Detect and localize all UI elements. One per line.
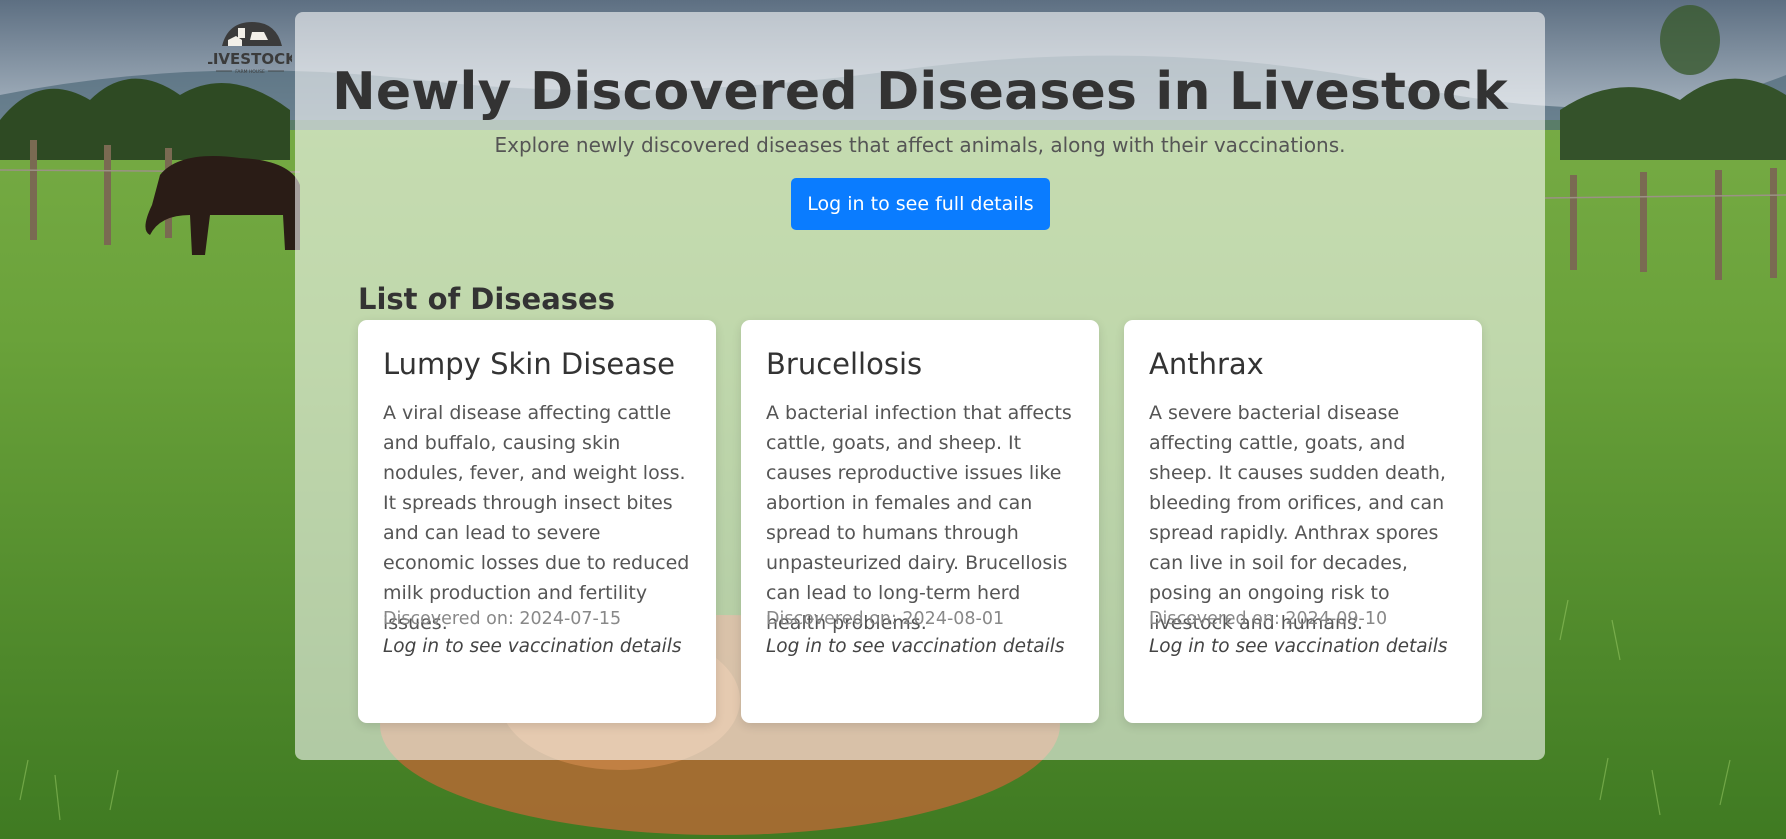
disease-name: Anthrax	[1149, 347, 1264, 381]
disease-description: A bacterial infection that affects cattl…	[766, 402, 1072, 634]
vaccination-login-note: Log in to see vaccination details	[1149, 636, 1448, 657]
login-button[interactable]: Log in to see full details	[791, 178, 1050, 230]
logo-text: LIVESTOCK	[208, 50, 292, 68]
disease-description: A viral disease affecting cattle and buf…	[383, 402, 690, 634]
disease-name: Brucellosis	[766, 347, 923, 381]
disease-card-list: Lumpy Skin Disease A viral disease affec…	[358, 320, 1484, 723]
page-title: Newly Discovered Diseases in Livestock	[332, 62, 1508, 122]
livestock-logo[interactable]: LIVESTOCK FARM HOUSE	[203, 18, 298, 82]
disease-card: Anthrax A severe bacterial disease affec…	[1124, 320, 1482, 723]
disease-card: Brucellosis A bacterial infection that a…	[741, 320, 1099, 723]
discovered-date: Discovered on: 2024-08-01	[766, 609, 1005, 629]
vaccination-login-note: Log in to see vaccination details	[383, 636, 682, 657]
disease-description: A severe bacterial disease affecting cat…	[1149, 402, 1446, 634]
vaccination-login-note: Log in to see vaccination details	[766, 636, 1065, 657]
list-heading: List of Diseases	[358, 282, 615, 316]
discovered-date: Discovered on: 2024-07-15	[383, 609, 622, 629]
page-subtitle: Explore newly discovered diseases that a…	[494, 133, 1346, 157]
disease-card: Lumpy Skin Disease A viral disease affec…	[358, 320, 716, 723]
disease-name: Lumpy Skin Disease	[383, 347, 675, 381]
main-panel: Newly Discovered Diseases in Livestock E…	[295, 12, 1545, 760]
discovered-date: Discovered on: 2024-09-10	[1149, 609, 1388, 629]
logo-subtext: FARM HOUSE	[235, 69, 265, 75]
